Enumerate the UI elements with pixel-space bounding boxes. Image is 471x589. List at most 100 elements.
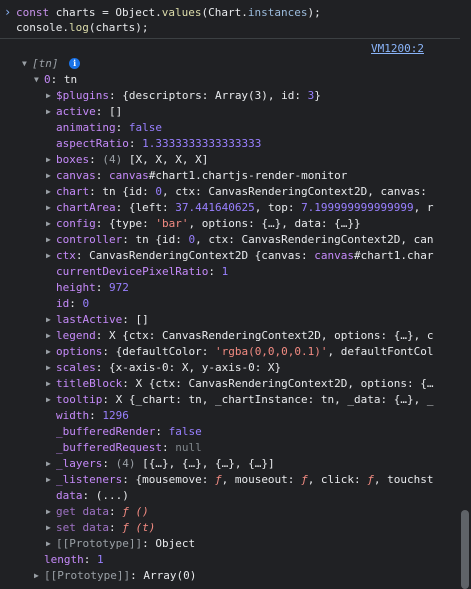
tree-row[interactable]: ▶ controller: tn {id: 0, ctx: CanvasRende…: [46, 232, 457, 248]
collapsed-arrow-icon[interactable]: ▶: [46, 312, 56, 328]
property-key: _listeners: [56, 473, 123, 486]
tree-row[interactable]: ▶ _listeners: {mousemove: ƒ, mouseout: ƒ,…: [46, 472, 457, 488]
collapsed-arrow-icon[interactable]: ▶: [46, 248, 56, 264]
code-line-2[interactable]: console.log(charts);: [16, 20, 148, 36]
property-key: animating: [56, 121, 116, 134]
method-values: values: [161, 6, 202, 19]
tree-row[interactable]: ▼ [tn] i: [22, 56, 457, 72]
property-value: 1: [97, 553, 104, 566]
property-key: aspectRatio: [56, 137, 129, 150]
console-ref: console: [16, 21, 63, 34]
property-value: :: [102, 457, 116, 470]
console-input-block[interactable]: › const charts = Object.values(Chart.ins…: [0, 4, 460, 39]
expanded-arrow-icon[interactable]: ▼: [22, 56, 32, 72]
collapsed-arrow-icon[interactable]: ▶: [46, 376, 56, 392]
property-key: [tn]: [32, 57, 66, 70]
property-key: _bufferedRender: [56, 425, 156, 438]
property-value: : {x-axis-0: X, y-axis-0: X}: [95, 361, 282, 374]
collapsed-arrow-icon[interactable]: ▶: [46, 184, 56, 200]
collapsed-arrow-icon[interactable]: ▶: [46, 392, 56, 408]
tree-row[interactable]: ▶ tooltip: X {_chart: tn, _chartInstance:…: [46, 392, 457, 408]
property-value: , mouseout:: [221, 473, 302, 486]
collapsed-arrow-icon[interactable]: ▶: [34, 568, 44, 584]
property-value: : tn: [50, 73, 78, 86]
code-line-1[interactable]: const charts = Object.values(Chart.insta…: [16, 5, 321, 21]
property-key: controller: [56, 233, 123, 246]
property-value: : {descriptors: Array(3), id:: [108, 89, 308, 102]
collapsed-arrow-icon[interactable]: ▶: [46, 456, 56, 472]
property-value: :: [95, 281, 109, 294]
tree-row[interactable]: ▶ get data: ƒ (): [46, 504, 457, 520]
collapsed-arrow-icon[interactable]: ▶: [46, 472, 56, 488]
collapsed-arrow-icon[interactable]: ▶: [46, 200, 56, 216]
assign-op: =: [95, 6, 116, 19]
dot-1: .: [155, 6, 162, 19]
tree-row[interactable]: ▶ chart: tn {id: 0, ctx: CanvasRenderingC…: [46, 184, 457, 200]
collapsed-arrow-icon[interactable]: ▶: [46, 520, 56, 536]
tree-row[interactable]: ▶ canvas: canvas#chart1.chartjs-render-mo…: [46, 168, 457, 184]
tree-row[interactable]: ▶ active: []: [46, 104, 457, 120]
tree-row[interactable]: ▶ titleBlock: X {ctx: CanvasRenderingCont…: [46, 376, 457, 392]
tree-row[interactable]: ▶ _layers: (4) [{…}, {…}, {…}, {…}]: [46, 456, 457, 472]
tree-row[interactable]: ▶ options: {defaultColor: 'rgba(0,0,0,0.1…: [46, 344, 457, 360]
tree-row[interactable]: ▶ $plugins: {descriptors: Array(3), id: 3…: [46, 88, 457, 104]
tree-row[interactable]: ▶ ctx: CanvasRenderingContext2D {canvas: …: [46, 248, 457, 264]
expanded-arrow-icon[interactable]: ▼: [34, 72, 44, 88]
tree-row: animating: false: [46, 120, 457, 136]
collapsed-arrow-icon[interactable]: ▶: [46, 328, 56, 344]
tree-row: length: 1: [34, 552, 457, 568]
property-value: :: [115, 121, 129, 134]
property-value: : Array(0): [130, 569, 197, 582]
tree-row[interactable]: ▶ scales: {x-axis-0: X, y-axis-0: X}: [46, 360, 457, 376]
collapsed-arrow-icon[interactable]: ▶: [46, 344, 56, 360]
property-key: _bufferedRequest: [56, 441, 162, 454]
property-value: : X {ctx: CanvasRenderingContext2D, opti…: [122, 377, 434, 390]
property-value: :: [69, 297, 83, 310]
tree-row[interactable]: ▶ chartArea: {left: 37.441640625, top: 7.…: [46, 200, 457, 216]
property-key: width: [56, 409, 90, 422]
collapsed-arrow-icon[interactable]: ▶: [46, 504, 56, 520]
property-value: 'rgba(0,0,0,0.1)': [214, 345, 328, 358]
source-location-link[interactable]: VM1200:2: [371, 41, 424, 57]
tree-row[interactable]: ▶ [[Prototype]]: Array(0): [34, 568, 457, 584]
tree-row[interactable]: ▼ 0: tn: [34, 72, 457, 88]
property-value: 7.199999999999999: [301, 201, 414, 214]
tree-row: data: (...): [46, 488, 457, 504]
tree-row[interactable]: ▶ set data: ƒ (t): [46, 520, 457, 536]
collapsed-arrow-icon[interactable]: ▶: [46, 536, 56, 552]
tree-row[interactable]: ▶ [[Prototype]]: Object: [46, 536, 457, 552]
property-value: : (...): [82, 489, 129, 502]
property-value: , touchst: [373, 473, 434, 486]
tree-row[interactable]: ▶ legend: X {ctx: CanvasRenderingContext2…: [46, 328, 457, 344]
collapsed-arrow-icon[interactable]: ▶: [46, 88, 56, 104]
collapsed-arrow-icon[interactable]: ▶: [46, 232, 56, 248]
property-key: active: [56, 105, 96, 118]
collapsed-arrow-icon[interactable]: ▶: [46, 104, 56, 120]
property-value: , r: [413, 201, 434, 214]
vertical-scrollbar-thumb[interactable]: [461, 510, 469, 589]
property-value: , ctx: CanvasRenderingContext2D, can: [195, 233, 434, 246]
property-value: : CanvasRenderingContext2D {canvas:: [75, 249, 315, 262]
property-value: 1: [221, 265, 229, 278]
property-key: $plugins: [56, 89, 109, 102]
collapsed-arrow-icon[interactable]: ▶: [46, 360, 56, 376]
property-value: , options: {…}, data: {…}}: [188, 217, 361, 230]
property-key: options: [56, 345, 103, 358]
collapsed-arrow-icon[interactable]: ▶: [46, 152, 56, 168]
collapsed-arrow-icon[interactable]: ▶: [46, 168, 56, 184]
property-value: : Object: [142, 537, 196, 550]
property-key: 0: [44, 73, 51, 86]
property-value: 1.3333333333333333: [142, 137, 262, 150]
tree-row[interactable]: ▶ boxes: (4) [X, X, X, X]: [46, 152, 457, 168]
tree-row: currentDevicePixelRatio: 1: [46, 264, 457, 280]
property-value: :: [108, 505, 123, 518]
property-key: data: [56, 489, 83, 502]
devtools-console: › const charts = Object.values(Chart.ins…: [0, 0, 471, 589]
property-key: length: [44, 553, 84, 566]
collapsed-arrow-icon[interactable]: ▶: [46, 216, 56, 232]
tree-row[interactable]: ▶ lastActive: []: [46, 312, 457, 328]
property-value: 0: [82, 297, 90, 310]
tree-row[interactable]: ▶ config: {type: 'bar', options: {…}, dat…: [46, 216, 457, 232]
info-icon[interactable]: i: [69, 58, 81, 69]
property-key: [[Prototype]]: [56, 537, 143, 550]
